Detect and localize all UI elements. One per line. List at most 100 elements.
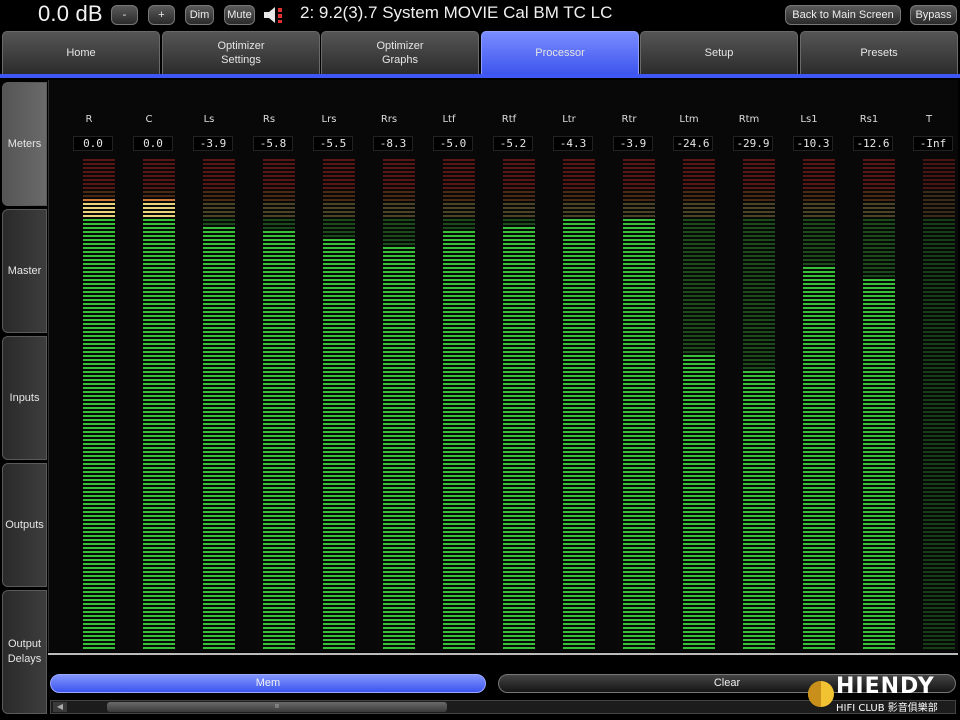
meter-label: Rtm <box>738 114 760 125</box>
meter-value: -3.9 <box>613 136 653 151</box>
meter-label: R <box>85 114 93 125</box>
tab-label: Optimizer Graphs <box>376 40 424 66</box>
sidebar-item-meters[interactable]: Meters <box>2 82 47 206</box>
meter-label: Rtr <box>621 114 637 125</box>
meter-value: 0.0 <box>73 136 113 151</box>
volume-up-button[interactable]: + <box>148 5 175 25</box>
meter-bar <box>383 159 415 651</box>
meter-rs1: Rs1 -12.6 <box>839 110 899 655</box>
meter-bar <box>923 159 955 651</box>
meter-ltr: Ltr -4.3 <box>539 110 599 655</box>
meter-value: -5.0 <box>433 136 473 151</box>
preset-title: 2: 9.2(3).7 System MOVIE Cal BM TC LC <box>300 3 613 22</box>
meter-bar <box>863 159 895 651</box>
meter-c: C 0.0 <box>119 110 179 655</box>
meters-panel: R 0.0 C 0.0 Ls -3.9 Rs -5.8 Lrs -5.5 Rrs -8.3 Ltf -5.… <box>48 80 958 652</box>
sidebar-item-inputs[interactable]: Inputs <box>2 336 47 460</box>
sidebar-item-outputs[interactable]: Outputs <box>2 463 47 587</box>
meter-label: Rrs <box>380 114 398 125</box>
meter-label: Ltm <box>679 114 699 125</box>
sidebar-item-output-delays[interactable]: Output Delays <box>2 590 47 714</box>
meter-rtf: Rtf -5.2 <box>479 110 539 655</box>
meter-ls1: Ls1 -10.3 <box>779 110 839 655</box>
meter-ltm: Ltm -24.6 <box>659 110 719 655</box>
meter-lrs: Lrs -5.5 <box>299 110 359 655</box>
tab-label: Optimizer Settings <box>217 40 265 66</box>
meter-value: -29.9 <box>733 136 773 151</box>
meter-bar <box>623 159 655 651</box>
meter-label: Ls <box>203 114 215 125</box>
meter-label: Rs1 <box>859 114 879 125</box>
volume-down-button[interactable]: - <box>111 5 138 25</box>
meter-value: -24.6 <box>673 136 713 151</box>
meter-ls: Ls -3.9 <box>179 110 239 655</box>
tab-setup[interactable]: Setup <box>640 31 798 74</box>
logo-subtext: HIFI CLUB 影音俱樂部 <box>836 703 938 714</box>
back-to-main-button[interactable]: Back to Main Screen <box>785 5 901 25</box>
meter-bar <box>803 159 835 651</box>
sidebar-item-label: Master <box>7 264 42 277</box>
meter-bar <box>503 159 535 651</box>
main-tabs: Home Optimizer Settings Optimizer Graphs… <box>0 31 960 75</box>
meter-value: -5.8 <box>253 136 293 151</box>
logo-text: HIENDY <box>836 674 935 699</box>
meter-bar <box>323 159 355 651</box>
meter-rs: Rs -5.8 <box>239 110 299 655</box>
meter-bar <box>83 159 115 651</box>
watermark-logo: HIENDY HIFI CLUB 影音俱樂部 <box>806 674 958 718</box>
sidebar-item-label: Inputs <box>9 391 40 404</box>
meter-value: -5.2 <box>493 136 533 151</box>
meter-bar <box>743 159 775 651</box>
meter-value: -12.6 <box>853 136 893 151</box>
meter-label: Rs <box>262 114 276 125</box>
tab-home[interactable]: Home <box>2 31 160 74</box>
meter-value: -3.9 <box>193 136 233 151</box>
dim-button[interactable]: Dim <box>185 5 214 25</box>
tab-label: Home <box>66 47 96 59</box>
meter-label: T <box>925 114 933 125</box>
mem-button[interactable]: Mem <box>50 674 486 693</box>
meter-rrs: Rrs -8.3 <box>359 110 419 655</box>
scrollbar-thumb[interactable]: ıı <box>107 702 447 712</box>
meter-ltf: Ltf -5.0 <box>419 110 479 655</box>
meter-value: -Inf <box>913 136 953 151</box>
meter-value: -4.3 <box>553 136 593 151</box>
meter-bar <box>683 159 715 651</box>
meter-value: 0.0 <box>133 136 173 151</box>
meter-value: -10.3 <box>793 136 833 151</box>
sidebar-item-label: Meters <box>7 137 42 150</box>
mute-button[interactable]: Mute <box>224 5 255 25</box>
meter-bar <box>563 159 595 651</box>
top-bar: 0.0 dB - + Dim Mute 2: 9.2(3).7 System M… <box>0 0 960 30</box>
meter-label: Lrs <box>321 114 337 125</box>
meter-value: -5.5 <box>313 136 353 151</box>
meter-bar <box>203 159 235 651</box>
speaker-muted-icon[interactable] <box>262 4 288 26</box>
panel-divider <box>48 653 958 655</box>
sidebar-item-master[interactable]: Master <box>2 209 47 333</box>
meter-label: Ls1 <box>800 114 818 125</box>
meter-bar <box>143 159 175 651</box>
meter-rtr: Rtr -3.9 <box>599 110 659 655</box>
tab-presets[interactable]: Presets <box>800 31 958 74</box>
tab-label: Presets <box>860 47 898 59</box>
tab-underline <box>0 74 960 78</box>
meter-bar <box>263 159 295 651</box>
sidebar: Meters Master Inputs Outputs Output Dela… <box>0 80 47 720</box>
meter-bar <box>443 159 475 651</box>
arrow-left-icon[interactable]: ◀ <box>53 702 67 712</box>
volume-readout: 0.0 dB <box>38 1 103 26</box>
meter-r: R 0.0 <box>59 110 119 655</box>
meter-t: T -Inf <box>899 110 959 655</box>
tab-optimizer-graphs[interactable]: Optimizer Graphs <box>321 31 479 74</box>
sidebar-item-label: Output Delays <box>7 638 42 665</box>
sidebar-item-label: Outputs <box>5 518 44 531</box>
meter-label: Ltf <box>442 114 456 125</box>
meter-label: C <box>145 114 153 125</box>
meter-label: Rtf <box>501 114 517 125</box>
tab-processor[interactable]: Processor <box>481 31 639 74</box>
bypass-button[interactable]: Bypass <box>910 5 957 25</box>
tab-label: Processor <box>535 47 585 59</box>
meter-label: Ltr <box>562 114 576 125</box>
tab-optimizer-settings[interactable]: Optimizer Settings <box>162 31 320 74</box>
